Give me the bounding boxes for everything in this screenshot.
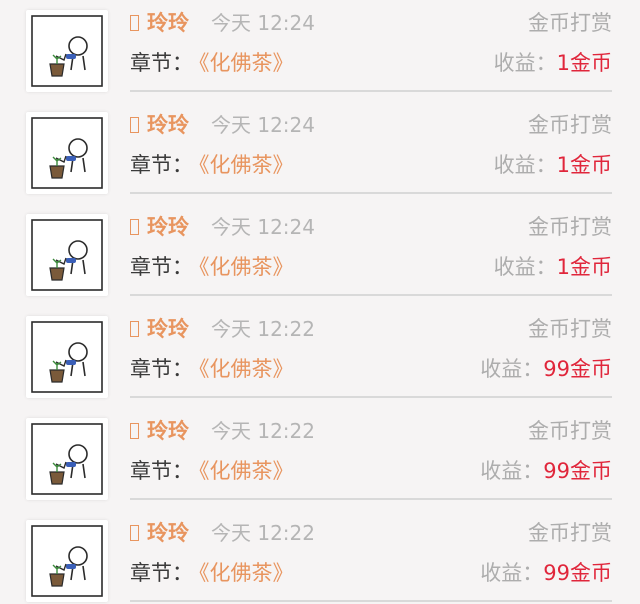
user-badge-icon	[130, 423, 139, 439]
username-link[interactable]: 玲玲	[147, 11, 189, 35]
income-amount: 1金币	[556, 255, 612, 279]
cartoon-avatar-icon	[31, 321, 103, 393]
income-label: 收益：	[493, 255, 557, 279]
chapter-title-link[interactable]: 《化佛茶》	[199, 153, 294, 177]
income-label: 收益：	[480, 459, 544, 483]
divider	[130, 90, 612, 92]
reward-type: 金币打赏	[528, 521, 612, 545]
reward-type: 金币打赏	[528, 317, 612, 341]
chapter-label: 章节：	[130, 459, 193, 483]
income: 收益：1金币	[494, 250, 612, 284]
chapter-title-link[interactable]: 《化佛茶》	[199, 255, 294, 279]
income-amount: 1金币	[556, 51, 612, 75]
avatar[interactable]	[26, 520, 108, 602]
list-item[interactable]: 玲玲 今天 12:22 金币打赏 章节： 《化佛茶》 收益：99金币	[0, 512, 640, 604]
reward-type: 金币打赏	[528, 215, 612, 239]
record-header: 玲玲 今天 12:24 金币打赏	[130, 108, 612, 142]
cartoon-avatar-icon	[31, 423, 103, 495]
record-header: 玲玲 今天 12:22 金币打赏	[130, 516, 612, 550]
list-item[interactable]: 玲玲 今天 12:22 金币打赏 章节： 《化佛茶》 收益：99金币	[0, 410, 640, 512]
user-badge-icon	[130, 15, 139, 31]
timestamp: 今天 12:22	[211, 317, 315, 341]
username-link[interactable]: 玲玲	[147, 215, 189, 239]
income: 收益：1金币	[494, 46, 612, 80]
user-badge-icon	[130, 117, 139, 133]
divider	[130, 396, 612, 398]
record-detail: 章节： 《化佛茶》 收益：99金币	[130, 454, 612, 488]
avatar[interactable]	[26, 418, 108, 500]
divider	[130, 498, 612, 500]
record-detail: 章节： 《化佛茶》 收益：99金币	[130, 556, 612, 590]
income: 收益：99金币	[480, 454, 612, 488]
avatar[interactable]	[26, 214, 108, 296]
user-badge-icon	[130, 525, 139, 541]
record-header: 玲玲 今天 12:24 金币打赏	[130, 210, 612, 244]
user-badge-icon	[130, 321, 139, 337]
income-label: 收益：	[480, 561, 544, 585]
income-amount: 99金币	[543, 561, 612, 585]
divider	[130, 294, 612, 296]
timestamp: 今天 12:22	[211, 419, 315, 443]
record-detail: 章节： 《化佛茶》 收益：1金币	[130, 46, 612, 80]
reward-type: 金币打赏	[528, 113, 612, 137]
avatar[interactable]	[26, 112, 108, 194]
reward-record-list: 玲玲 今天 12:24 金币打赏 章节： 《化佛茶》 收益：1金币 玲玲 今天 12:…	[0, 0, 640, 604]
income-label: 收益：	[493, 51, 557, 75]
income: 收益：99金币	[480, 556, 612, 590]
record-header: 玲玲 今天 12:22 金币打赏	[130, 312, 612, 346]
chapter-title-link[interactable]: 《化佛茶》	[199, 561, 294, 585]
income-amount: 1金币	[556, 153, 612, 177]
chapter-title-link[interactable]: 《化佛茶》	[199, 51, 294, 75]
record-detail: 章节： 《化佛茶》 收益：1金币	[130, 250, 612, 284]
timestamp: 今天 12:24	[211, 113, 315, 137]
list-item[interactable]: 玲玲 今天 12:22 金币打赏 章节： 《化佛茶》 收益：99金币	[0, 308, 640, 410]
chapter-label: 章节：	[130, 561, 193, 585]
list-item[interactable]: 玲玲 今天 12:24 金币打赏 章节： 《化佛茶》 收益：1金币	[0, 2, 640, 104]
record-detail: 章节： 《化佛茶》 收益：1金币	[130, 148, 612, 182]
username-link[interactable]: 玲玲	[147, 113, 189, 137]
username-link[interactable]: 玲玲	[147, 419, 189, 443]
divider	[130, 192, 612, 194]
divider	[130, 600, 612, 602]
chapter-label: 章节：	[130, 357, 193, 381]
list-item[interactable]: 玲玲 今天 12:24 金币打赏 章节： 《化佛茶》 收益：1金币	[0, 206, 640, 308]
avatar[interactable]	[26, 316, 108, 398]
chapter-title-link[interactable]: 《化佛茶》	[199, 357, 294, 381]
income: 收益：99金币	[480, 352, 612, 386]
avatar[interactable]	[26, 10, 108, 92]
reward-type: 金币打赏	[528, 11, 612, 35]
income-label: 收益：	[493, 153, 557, 177]
timestamp: 今天 12:22	[211, 521, 315, 545]
username-link[interactable]: 玲玲	[147, 521, 189, 545]
user-badge-icon	[130, 219, 139, 235]
reward-type: 金币打赏	[528, 419, 612, 443]
income-amount: 99金币	[543, 357, 612, 381]
username-link[interactable]: 玲玲	[147, 317, 189, 341]
income-amount: 99金币	[543, 459, 612, 483]
chapter-title-link[interactable]: 《化佛茶》	[199, 459, 294, 483]
income: 收益：1金币	[494, 148, 612, 182]
chapter-label: 章节：	[130, 255, 193, 279]
cartoon-avatar-icon	[31, 525, 103, 597]
chapter-label: 章节：	[130, 153, 193, 177]
timestamp: 今天 12:24	[211, 11, 315, 35]
record-detail: 章节： 《化佛茶》 收益：99金币	[130, 352, 612, 386]
timestamp: 今天 12:24	[211, 215, 315, 239]
cartoon-avatar-icon	[31, 219, 103, 291]
cartoon-avatar-icon	[31, 117, 103, 189]
income-label: 收益：	[480, 357, 544, 381]
record-header: 玲玲 今天 12:24 金币打赏	[130, 6, 612, 40]
list-item[interactable]: 玲玲 今天 12:24 金币打赏 章节： 《化佛茶》 收益：1金币	[0, 104, 640, 206]
cartoon-avatar-icon	[31, 15, 103, 87]
record-header: 玲玲 今天 12:22 金币打赏	[130, 414, 612, 448]
chapter-label: 章节：	[130, 51, 193, 75]
